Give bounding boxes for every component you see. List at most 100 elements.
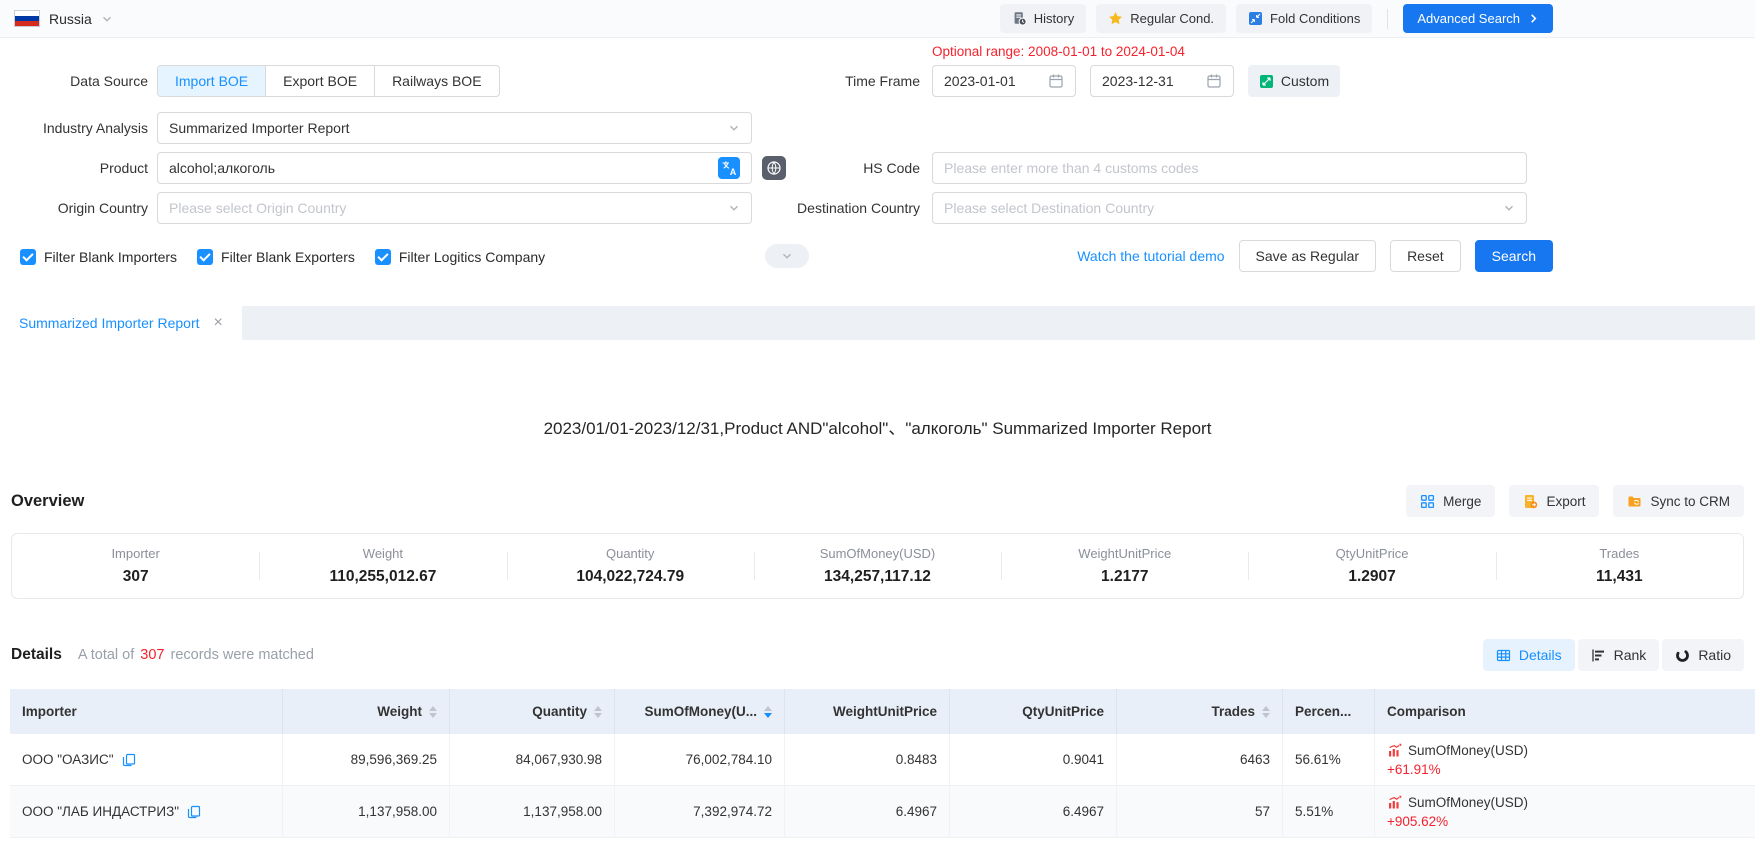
fold-conditions-button[interactable]: Fold Conditions [1236, 4, 1372, 33]
hs-code-label: HS Code [640, 152, 920, 184]
industry-analysis-select[interactable]: Summarized Importer Report [157, 112, 752, 144]
cell-importer: ООО "ОАЗИС" [10, 734, 283, 786]
checkbox-filter-blank-importers[interactable]: Filter Blank Importers [20, 249, 177, 265]
save-as-regular-button[interactable]: Save as Regular [1239, 240, 1377, 272]
stat-value: 104,022,724.79 [576, 568, 684, 586]
column-header-qtyunitprice: QtyUnitPrice [950, 689, 1117, 734]
overview-stats-card: Importer307Weight110,255,012.67 Quantity 1… [11, 533, 1744, 599]
cell-comparison: SumOfMoney(USD)+905.62% [1375, 786, 1755, 838]
overview-row: Overview Merge Export Sync to CRM [11, 485, 1744, 517]
tutorial-demo-link[interactable]: Watch the tutorial demo [1077, 248, 1224, 264]
country-selector[interactable]: Russia [14, 0, 113, 37]
stat-quantity: Quantity 104,022,724.79 [507, 534, 754, 598]
destination-country-select[interactable]: Please select Destination Country [932, 192, 1527, 224]
russia-flag-icon [14, 10, 40, 27]
merge-icon [1420, 494, 1435, 509]
custom-range-button[interactable]: Custom [1248, 65, 1340, 97]
destination-country-placeholder: Please select Destination Country [944, 200, 1154, 216]
date-to-input[interactable]: 2023-12-31 [1090, 65, 1234, 97]
column-header-sumofmoney-u[interactable]: SumOfMoney(U... [615, 689, 785, 734]
copy-icon[interactable] [122, 753, 136, 767]
advanced-search-button[interactable]: Advanced Search [1403, 4, 1553, 33]
comparison-metric: SumOfMoney(USD) [1387, 743, 1528, 758]
rank-icon [1591, 648, 1606, 663]
table-row: ООО "ЛАБ ИНДАСТРИЗ"1,137,958.001,137,958… [10, 786, 1755, 838]
ratio-icon [1675, 648, 1690, 663]
reset-button[interactable]: Reset [1390, 240, 1461, 272]
stat-value: 1.2907 [1348, 568, 1395, 586]
copy-icon[interactable] [187, 805, 201, 819]
tab-label: Summarized Importer Report [19, 315, 200, 331]
view-ratio-button[interactable]: Ratio [1662, 639, 1744, 671]
column-label: Trades [1211, 704, 1255, 719]
stat-qtyunitprice: QtyUnitPrice 1.2907 [1248, 534, 1495, 598]
overview-buttons: Merge Export Sync to CRM [1406, 485, 1744, 517]
stat-sumofmoney-usd: SumOfMoney(USD)134,257,117.12 [754, 534, 1001, 598]
checkbox-label: Filter Logitics Company [399, 249, 545, 265]
data-source-tab-railways-boe[interactable]: Railways BOE [374, 66, 498, 96]
details-table-icon [1496, 648, 1511, 663]
industry-analysis-label: Industry Analysis [0, 112, 148, 144]
view-details-button[interactable]: Details [1483, 639, 1575, 671]
export-button[interactable]: Export [1509, 485, 1599, 517]
search-button[interactable]: Search [1475, 240, 1553, 272]
divider [1387, 9, 1388, 29]
history-button[interactable]: History [1000, 4, 1086, 33]
details-heading: Details [11, 646, 62, 664]
sync-to-crm-button[interactable]: Sync to CRM [1613, 485, 1744, 517]
product-input[interactable] [169, 160, 718, 176]
checkbox-checked-icon [20, 249, 36, 265]
cell-importer: ООО "ЛАБ ИНДАСТРИЗ" [10, 786, 283, 838]
match-summary: A total of 307 records were matched [78, 647, 314, 663]
details-table: ImporterWeightQuantitySumOfMoney(U...Wei… [10, 689, 1755, 838]
data-source-tab-export-boe[interactable]: Export BOE [265, 66, 374, 96]
column-header-trades[interactable]: Trades [1117, 689, 1283, 734]
table-body: ООО "ОАЗИС"89,596,369.2584,067,930.9876,… [10, 734, 1755, 838]
close-icon[interactable]: × [214, 315, 223, 331]
stat-label: QtyUnitPrice [1336, 546, 1409, 561]
history-icon [1012, 11, 1027, 26]
custom-icon [1259, 74, 1274, 89]
star-icon [1108, 11, 1123, 26]
view-rank-button[interactable]: Rank [1578, 639, 1660, 671]
calendar-icon[interactable] [1048, 73, 1064, 89]
overview-heading: Overview [11, 492, 84, 511]
data-source-tabs: Import BOEExport BOERailways BOE [157, 65, 500, 97]
calendar-icon[interactable] [1206, 73, 1222, 89]
report-title: 2023/01/01-2023/12/31,Product AND"alcoho… [0, 414, 1755, 439]
data-source-tab-import-boe[interactable]: Import BOE [158, 66, 265, 96]
product-label: Product [0, 152, 148, 184]
cell-weightunitprice: 0.8483 [785, 734, 950, 786]
sort-carets-icon [764, 706, 772, 718]
comparison-change: +905.62% [1387, 814, 1448, 829]
checkbox-label: Filter Blank Importers [44, 249, 177, 265]
date-from-input[interactable]: 2023-01-01 [932, 65, 1076, 97]
checkbox-filter-logitics-company[interactable]: Filter Logitics Company [375, 249, 545, 265]
stat-label: Quantity [606, 546, 654, 561]
merge-button[interactable]: Merge [1406, 485, 1495, 517]
column-label: Quantity [532, 704, 587, 719]
match-suffix: records were matched [170, 647, 313, 663]
tab-summarized-importer-report[interactable]: Summarized Importer Report × [0, 306, 242, 340]
cell-percen: 5.51% [1283, 786, 1375, 838]
importer-name: ООО "ОАЗИС" [22, 752, 114, 767]
regular-cond-button[interactable]: Regular Cond. [1096, 4, 1226, 33]
collapse-conditions-button[interactable] [765, 244, 809, 268]
form-actions: Watch the tutorial demo Save as Regular … [1077, 240, 1553, 272]
column-header-quantity[interactable]: Quantity [450, 689, 615, 734]
checkbox-filter-blank-exporters[interactable]: Filter Blank Exporters [197, 249, 355, 265]
trend-chart-icon [1387, 795, 1402, 810]
cell-comparison: SumOfMoney(USD)+61.91% [1375, 734, 1755, 786]
stat-weight: Weight110,255,012.67 [259, 534, 506, 598]
column-label: QtyUnitPrice [1022, 704, 1104, 719]
topbar-buttons: History Regular Cond. Fold Conditions Adva… [1000, 4, 1553, 33]
sort-carets-icon [1262, 706, 1270, 718]
stat-importer: Importer307 [12, 534, 259, 598]
table-row: ООО "ОАЗИС"89,596,369.2584,067,930.9876,… [10, 734, 1755, 786]
industry-analysis-value: Summarized Importer Report [169, 120, 350, 136]
column-header-importer: Importer [10, 689, 283, 734]
hs-code-input[interactable] [944, 160, 1515, 176]
column-header-comparison: Comparison [1375, 689, 1755, 734]
column-header-weight[interactable]: Weight [283, 689, 450, 734]
match-count: 307 [140, 647, 164, 663]
